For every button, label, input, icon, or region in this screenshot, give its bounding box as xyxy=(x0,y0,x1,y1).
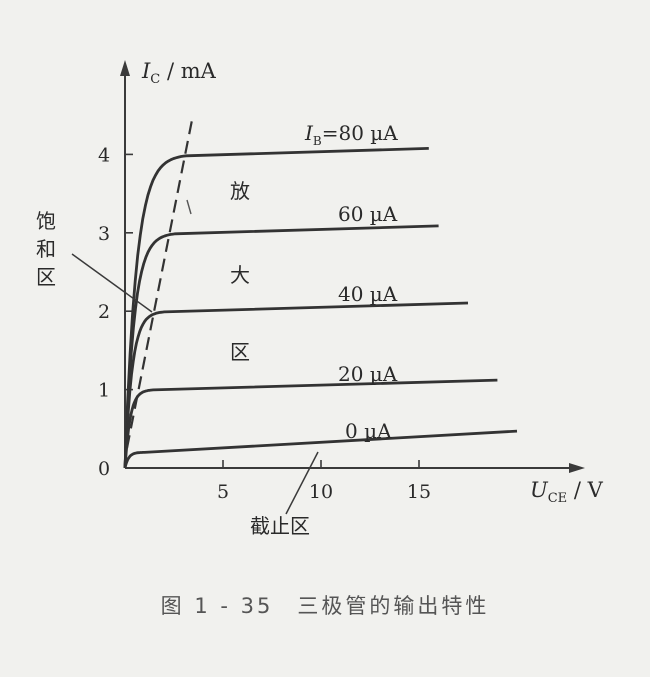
series-label: 0 µA xyxy=(345,419,392,443)
series-label: IB=80 µA xyxy=(304,121,398,148)
series-label: 20 µA xyxy=(338,362,398,386)
saturation-region-label-char: 区 xyxy=(36,265,56,289)
active-region-label-char: 放 xyxy=(230,179,250,203)
chart-figure: IC / mA UCE / V 0 1 2 3 4 5 10 15 IB=80 µA 60 µA 40 … xyxy=(0,0,650,677)
y-tick-label: 0 xyxy=(98,458,110,480)
series-line xyxy=(123,224,439,469)
active-region-label-char: 区 xyxy=(230,340,250,364)
y-tick-label: 4 xyxy=(98,144,110,166)
y-axis-title: IC / mA xyxy=(141,59,217,87)
series-label: 60 µA xyxy=(338,202,398,226)
active-region-label-char: 大 xyxy=(230,263,250,287)
cutoff-region-label: 截止区 xyxy=(250,514,310,538)
series-line xyxy=(123,378,498,469)
y-tick-label: 1 xyxy=(98,380,110,402)
series-label: 40 µA xyxy=(338,282,398,306)
x-tick-label: 5 xyxy=(217,481,229,503)
figure-caption: 图 1 - 35 三极管的输出特性 xyxy=(160,594,490,618)
saturation-region-label-char: 饱 xyxy=(36,209,56,233)
y-axis-arrow xyxy=(120,60,130,76)
y-tick-label: 2 xyxy=(98,301,110,323)
boundary-tick-mark xyxy=(186,199,192,215)
x-axis-title: UCE / V xyxy=(530,478,604,506)
output-characteristics-chart: IC / mA UCE / V 0 1 2 3 4 5 10 15 IB=80 µA 60 µA 40 … xyxy=(36,59,604,538)
x-tick-label: 15 xyxy=(407,481,431,503)
x-tick-label: 10 xyxy=(309,481,333,503)
x-axis-arrow xyxy=(569,463,585,473)
y-tick-label: 3 xyxy=(98,223,110,245)
saturation-region-label-char: 和 xyxy=(36,237,56,261)
